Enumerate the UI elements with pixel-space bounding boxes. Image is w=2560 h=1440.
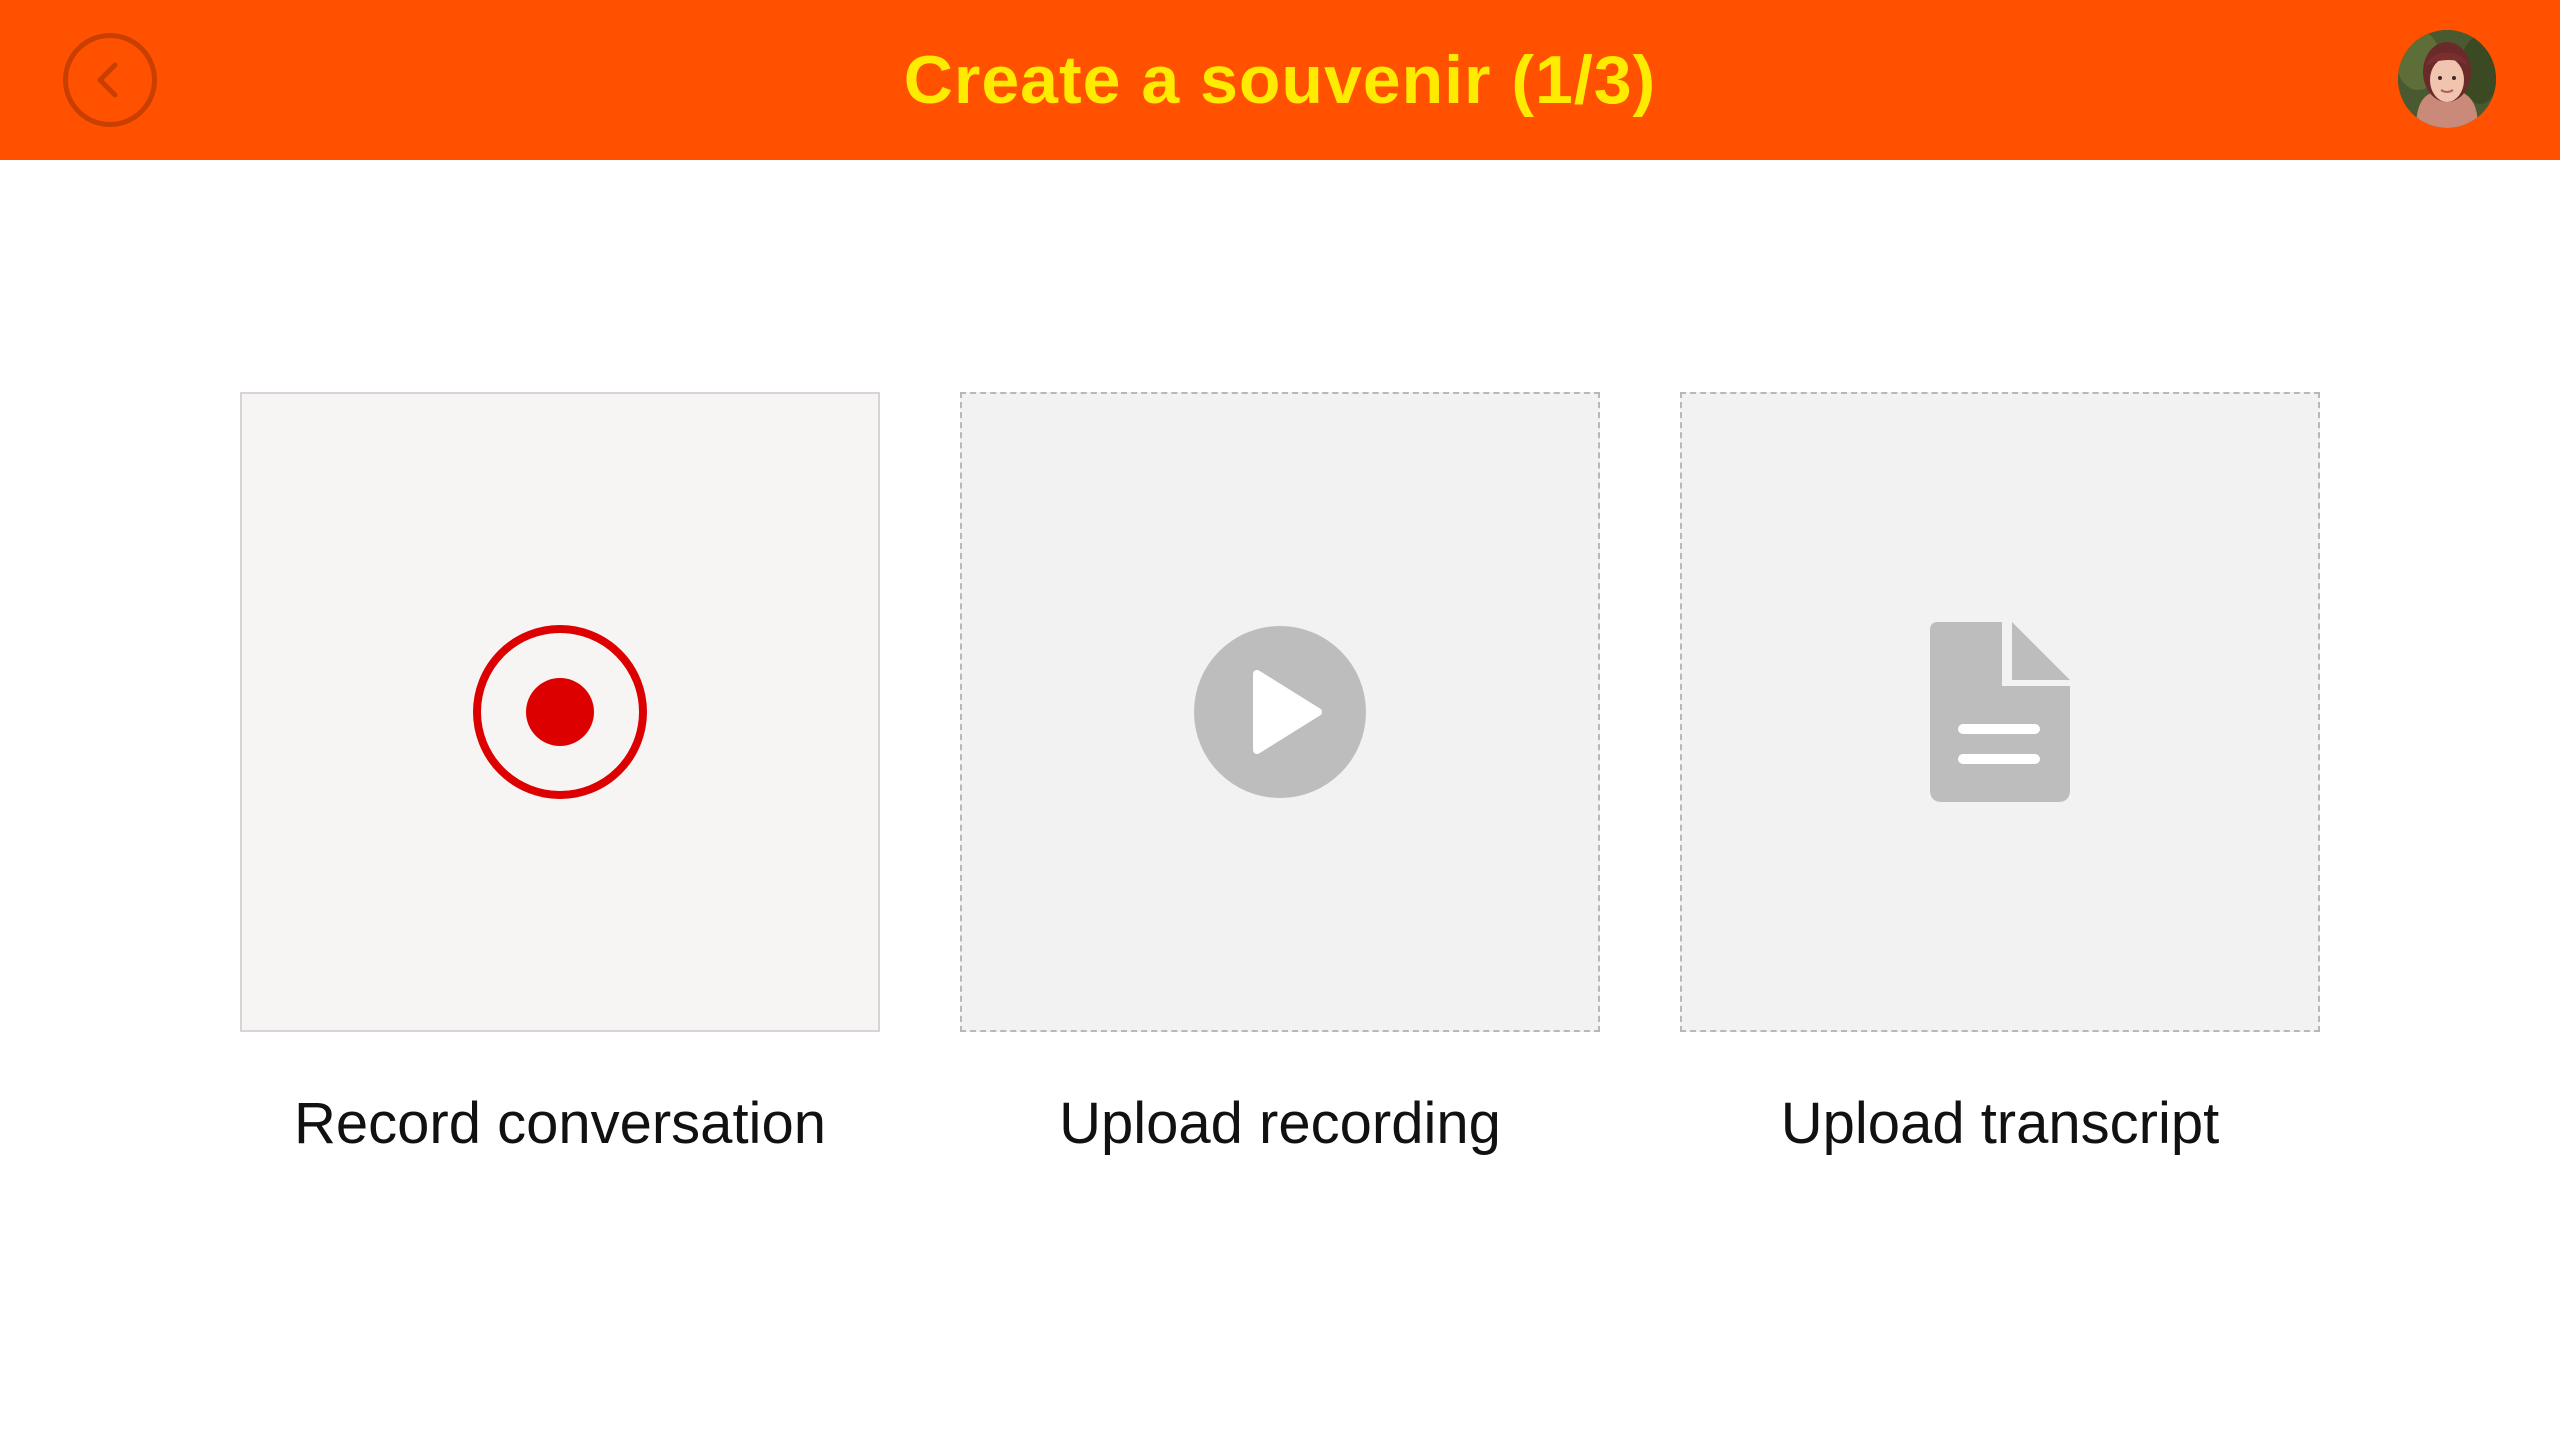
upload-transcript-label: Upload transcript: [1780, 1091, 2220, 1156]
document-icon: [1930, 622, 2070, 802]
upload-recording-label: Upload recording: [1059, 1091, 1501, 1156]
record-icon: [473, 625, 647, 799]
play-icon: [1194, 626, 1366, 798]
upload-recording-tile[interactable]: [960, 392, 1600, 1032]
upload-transcript-tile[interactable]: [1680, 392, 2320, 1032]
record-conversation-tile[interactable]: [240, 392, 880, 1032]
user-avatar: [2398, 30, 2496, 128]
record-conversation-label: Record conversation: [294, 1091, 826, 1156]
avatar[interactable]: [2398, 30, 2496, 128]
page-title: Create a souvenir (1/3): [903, 42, 1657, 118]
app-header: Create a souvenir (1/3): [0, 0, 2560, 160]
